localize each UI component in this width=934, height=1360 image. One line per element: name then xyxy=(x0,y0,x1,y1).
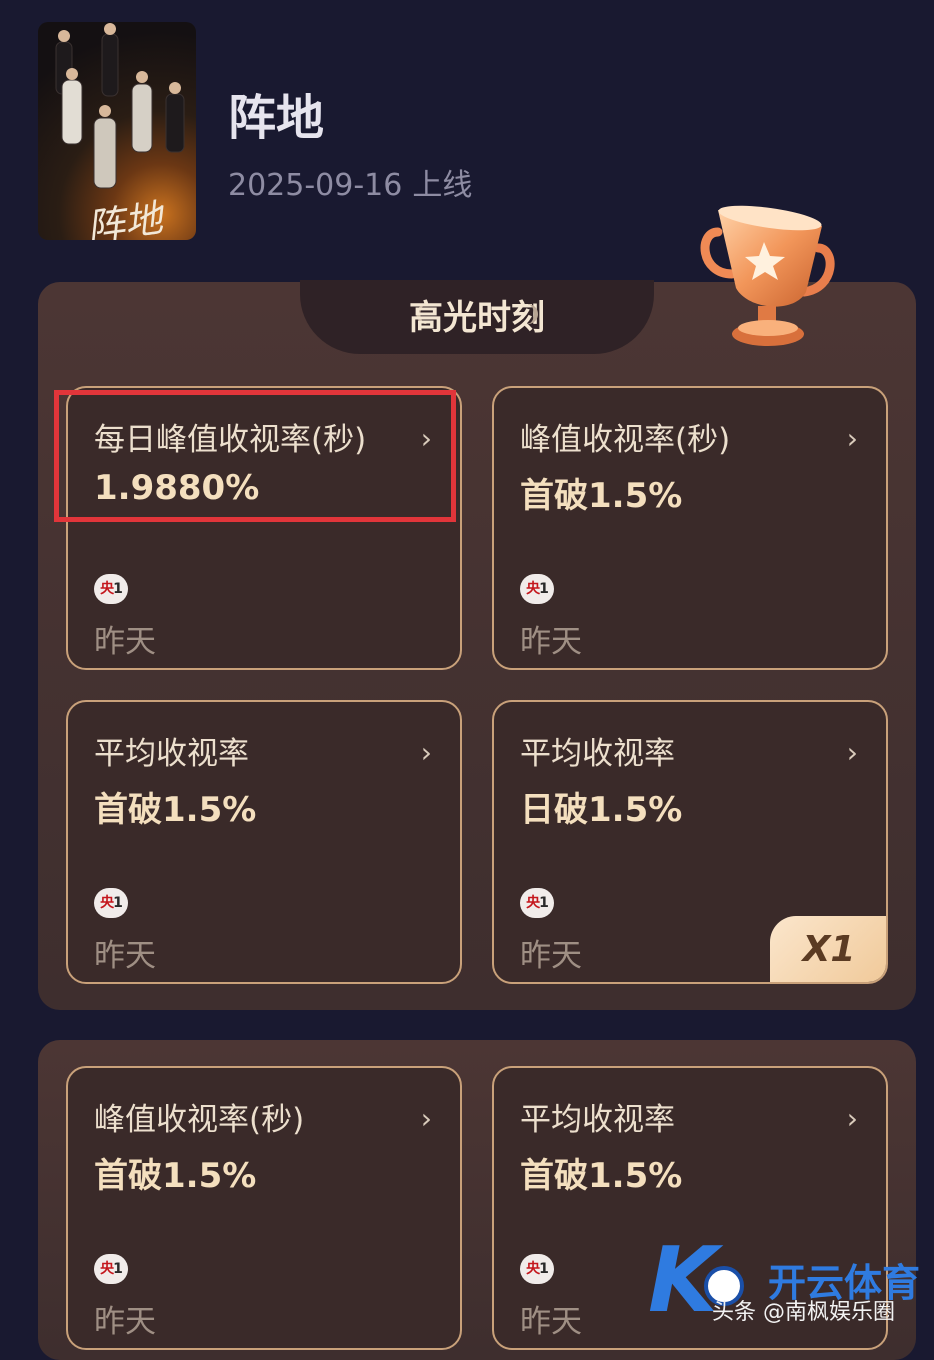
show-title: 阵地 xyxy=(228,90,325,146)
section-header: ❨ 高光时刻 ❩ xyxy=(300,280,654,354)
multiplier-badge: X1 xyxy=(770,916,886,982)
card-time: 昨天 xyxy=(520,1304,582,1340)
card-label: 峰值收视率(秒) xyxy=(94,1102,305,1138)
release-date: 2025-09-16 xyxy=(228,168,403,203)
highlight-selection-box xyxy=(54,390,456,522)
channel-name: 央 xyxy=(100,895,114,911)
highlight-card[interactable]: 平均收视率 › 日破1.5% 央1 昨天 X1 xyxy=(492,700,888,984)
release-info: 2025-09-16 上线 xyxy=(228,160,472,204)
card-label: 峰值收视率(秒) xyxy=(520,422,731,458)
card-value: 首破1.5% xyxy=(520,1156,683,1196)
card-label: 平均收视率 xyxy=(520,736,675,772)
channel-number: 1 xyxy=(113,1261,123,1277)
card-value: 首破1.5% xyxy=(520,476,683,516)
channel-name: 央 xyxy=(526,581,540,597)
highlight-card[interactable]: 平均收视率 › 首破1.5% 央1 昨天 xyxy=(66,700,462,984)
channel-number: 1 xyxy=(539,1261,549,1277)
release-suffix: 上线 xyxy=(412,168,473,203)
highlight-card[interactable]: 峰值收视率(秒) › 首破1.5% 央1 昨天 xyxy=(66,1066,462,1350)
chevron-right-icon: › xyxy=(846,736,858,769)
card-label: 平均收视率 xyxy=(94,736,249,772)
channel-number: 1 xyxy=(113,581,123,597)
card-value: 日破1.5% xyxy=(520,790,683,830)
cctv1-icon: 央1 xyxy=(520,574,554,604)
chevron-right-icon: › xyxy=(846,422,858,455)
card-time: 昨天 xyxy=(94,938,156,974)
card-value: 首破1.5% xyxy=(94,1156,257,1196)
channel-number: 1 xyxy=(539,581,549,597)
trophy-icon xyxy=(700,205,835,346)
card-value: 首破1.5% xyxy=(94,790,257,830)
card-time: 昨天 xyxy=(94,624,156,660)
laurel-right-icon: ❩ xyxy=(523,302,542,327)
chevron-right-icon: › xyxy=(420,736,432,769)
channel-name: 央 xyxy=(100,581,114,597)
cctv1-icon: 央1 xyxy=(94,1254,128,1284)
channel-name: 央 xyxy=(526,895,540,911)
cctv1-icon: 央1 xyxy=(520,1254,554,1284)
card-time: 昨天 xyxy=(520,624,582,660)
chevron-right-icon: › xyxy=(420,1102,432,1135)
channel-name: 央 xyxy=(100,1261,114,1277)
chevron-right-icon: › xyxy=(846,1102,858,1135)
cctv1-icon: 央1 xyxy=(94,888,128,918)
highlight-card[interactable]: 峰值收视率(秒) › 首破1.5% 央1 昨天 xyxy=(492,386,888,670)
card-label: 平均收视率 xyxy=(520,1102,675,1138)
show-poster[interactable]: 阵地 xyxy=(38,22,196,240)
watermark-source: 头条 @南枫娱乐圈 xyxy=(712,1300,895,1325)
channel-name: 央 xyxy=(526,1261,540,1277)
section-title: 高光时刻 xyxy=(409,298,545,338)
card-time: 昨天 xyxy=(94,1304,156,1340)
poster-calligraphy: 阵地 xyxy=(83,195,166,240)
channel-number: 1 xyxy=(539,895,549,911)
cctv1-icon: 央1 xyxy=(520,888,554,918)
cctv1-icon: 央1 xyxy=(94,574,128,604)
channel-number: 1 xyxy=(113,895,123,911)
watermark: K 开云体育 头条 @南枫娱乐圈 xyxy=(646,1236,934,1338)
card-time: 昨天 xyxy=(520,938,582,974)
